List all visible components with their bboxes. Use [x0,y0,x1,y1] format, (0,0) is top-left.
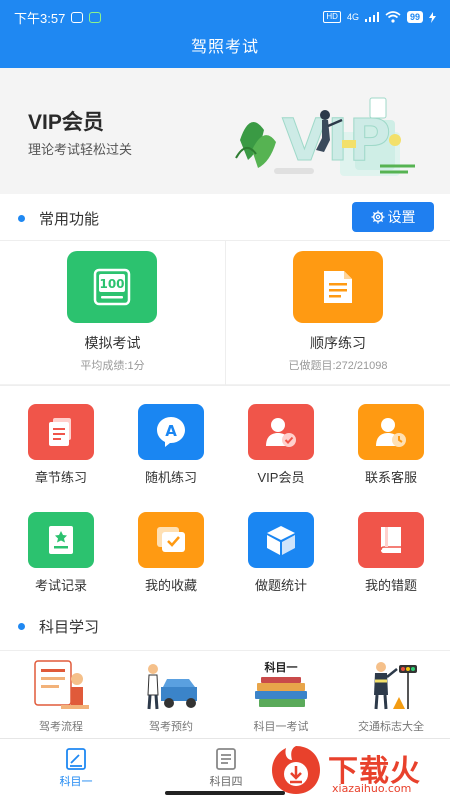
section-dot [18,623,25,630]
tab-subject-four[interactable]: 科目四 [186,743,266,788]
random-practice-item[interactable]: A 随机练习 [115,386,227,486]
hd-indicator: HD [323,11,341,23]
subject-one-exam-item[interactable]: 科目一 科目一考试 [225,651,337,739]
main-features: 100 模拟考试 平均成绩:1分 顺序练习 已做题目:272/21098 [0,240,450,385]
chapter-practice-label: 章节练习 [34,470,87,485]
wifi-icon [385,11,401,23]
vip-member-label: VIP会员 [257,470,305,485]
site-watermark: 下载火 xiazaihuo.com [262,742,450,800]
random-icon-letter: A [165,422,177,440]
customer-service-icon [358,404,424,460]
exam-100-icon: 100 [67,251,157,323]
sequential-practice-progress: 已做题目:272/21098 [288,360,388,372]
exam-booking-illustration [147,664,197,710]
mock-exam-average: 平均成绩:1分 [80,360,145,372]
status-time: 下午3:57 [14,10,66,26]
subject-one-art-text: 科目一 [265,660,298,674]
download-logo-icon [272,746,320,794]
customer-service-label: 联系客服 [364,470,417,485]
settings-label: 设置 [387,209,416,225]
traffic-signs-label: 交通标志大全 [358,721,424,733]
wrong-questions-book-icon [358,512,424,568]
common-functions-title: 常用功能 [39,210,100,228]
exam-record-label: 考试记录 [34,578,87,593]
traffic-signs-illustration [374,662,417,710]
wrong-questions-item[interactable]: 我的错题 [335,494,447,594]
chapter-docs-icon [28,404,94,460]
mock-exam-label: 模拟考试 [84,335,141,351]
subject-four-tab-icon [216,748,236,770]
favorites-icon [138,512,204,568]
exam-score-text: 100 [99,277,124,291]
charging-icon [429,11,436,23]
mock-exam-card[interactable]: 100 模拟考试 平均成绩:1分 [0,241,225,385]
vip-member-item[interactable]: VIP会员 [225,386,337,486]
favorites-item[interactable]: 我的收藏 [115,494,227,594]
status-bar: 下午3:57 HD 4G 99 [0,0,450,34]
customer-service-item[interactable]: 联系客服 [335,386,447,486]
favorites-label: 我的收藏 [144,578,197,593]
banner-subtitle: 理论考试轻松过关 [28,142,133,157]
random-practice-label: 随机练习 [144,470,197,485]
document-icon [293,251,383,323]
subject-one-tab-icon [66,748,86,770]
feature-grid: 章节练习 A 随机练习 VIP会员 联系客服 考试记录 我的收藏 做题统计 我的… [0,385,450,603]
tab-subject-one-label: 科目一 [59,776,93,788]
subject-one-exam-label: 科目一考试 [253,721,309,733]
battery-icon: 99 [406,11,423,23]
exam-process-label: 驾考流程 [39,721,83,733]
wrong-questions-label: 我的错题 [364,578,417,593]
statistics-label: 做题统计 [254,578,307,593]
home-indicator[interactable] [165,791,285,795]
exam-record-icon [28,512,94,568]
gear-icon [371,210,384,224]
subject-list: 驾考流程 驾考预约 科目一 科目一考试 交通标志大全 [0,650,450,738]
signal-icon [364,12,379,22]
random-a-icon: A [138,404,204,460]
traffic-signs-item[interactable]: 交通标志大全 [335,651,447,739]
exam-process-illustration [34,660,89,709]
exam-record-item[interactable]: 考试记录 [5,494,117,594]
section-dot [18,214,25,222]
vip-user-icon [248,404,314,460]
watermark-url: xiazaihuo.com [332,782,412,795]
chapter-practice-item[interactable]: 章节练习 [5,386,117,486]
network-indicator: 4G [346,12,359,22]
subject-one-books-illustration: 科目一 [255,660,307,707]
sequential-practice-label: 顺序练习 [310,335,366,351]
exam-process-item[interactable]: 驾考流程 [5,651,117,739]
exam-booking-label: 驾考预约 [149,721,193,733]
notification-icon [71,11,84,23]
app-title: 驾照考试 [0,34,450,68]
vip-banner[interactable]: VIP会员 理论考试轻松过关 VIP [0,68,450,194]
statistics-item[interactable]: 做题统计 [225,494,337,594]
subject-learning-header: 科目学习 [0,603,450,650]
subject-learning-title: 科目学习 [39,619,100,636]
common-functions-header: 常用功能 设置 [0,194,450,242]
vip-illustration: VIP [235,97,415,176]
sequential-practice-card[interactable]: 顺序练习 已做题目:272/21098 [225,241,450,385]
settings-button[interactable]: 设置 [352,202,434,232]
statistics-box-icon [248,512,314,568]
exam-booking-item[interactable]: 驾考预约 [115,651,227,739]
tab-subject-one[interactable]: 科目一 [36,743,116,788]
banner-title: VIP会员 [28,111,104,134]
tab-subject-four-label: 科目四 [209,776,243,788]
chat-notification-icon [89,11,102,23]
